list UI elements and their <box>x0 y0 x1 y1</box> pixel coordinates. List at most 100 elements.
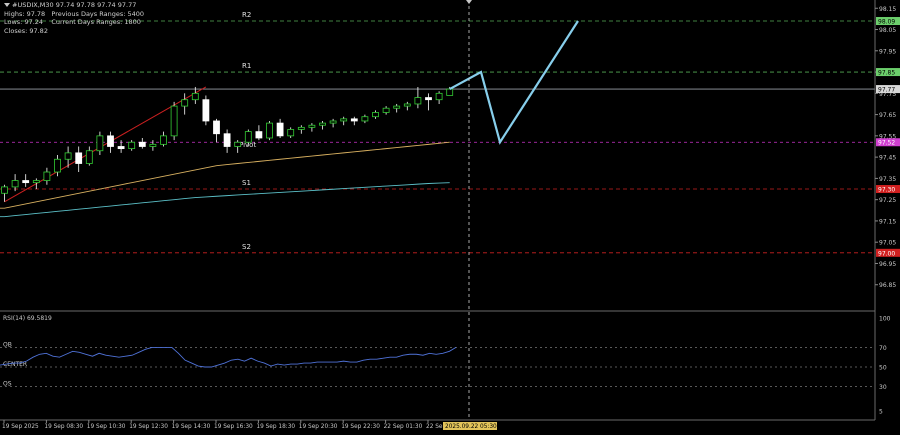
candle-bear <box>107 135 114 147</box>
time-tick-label: 19 Sep 20:30 <box>299 424 338 430</box>
rsi-tick-label: 5 <box>879 409 883 416</box>
time-cursor[interactable]: 2025.09.22 05:30 <box>443 0 497 430</box>
chart-header: #USDIX,M30 97.74 97.78 97.74 97.77 Highs… <box>4 1 144 35</box>
level-name-label: S1 <box>242 179 251 187</box>
candle-bull <box>329 120 337 124</box>
price-tick-label: 97.15 <box>879 218 896 225</box>
candle-bear <box>22 180 30 184</box>
candle-bull <box>403 103 411 107</box>
symbol-ohlc: #USDIX,M30 97.74 97.78 97.74 97.77 <box>12 1 137 9</box>
time-tick-label: 19 Sep 14:30 <box>172 424 211 430</box>
price-tick-label: 97.25 <box>879 197 896 204</box>
candle-bull <box>308 124 316 128</box>
price-tick-label: 96.95 <box>879 261 896 268</box>
candle-bull <box>382 107 390 113</box>
forecast-polyline <box>449 20 579 145</box>
price-tick-label: 97.95 <box>879 48 896 55</box>
rsi-tick-label: 30 <box>879 384 887 391</box>
time-tick-label: 19 Sep 18:30 <box>256 424 295 430</box>
candle-bull <box>85 150 93 164</box>
candle-bull <box>266 122 273 139</box>
candle-bull <box>170 105 178 137</box>
rsi-level-label: OB <box>3 341 12 348</box>
candle-bear <box>350 118 358 122</box>
price-tick-label: 96.85 <box>879 282 896 289</box>
candle-bull <box>11 180 19 188</box>
candle-bear <box>223 133 231 147</box>
candle-bear <box>276 122 284 137</box>
price-tick-label: 97.65 <box>879 112 896 119</box>
cursor-time-label: 2025.09.22 05:30 <box>445 424 497 430</box>
price-tick-label: 98.05 <box>879 27 896 34</box>
candle-bull <box>191 92 199 101</box>
candle-bull <box>446 88 454 96</box>
time-tick-label: 19 Sep 22:30 <box>341 424 380 430</box>
collapse-triangle-icon[interactable] <box>4 3 10 7</box>
level-price-tag-label: 97.30 <box>878 187 895 194</box>
candle-bull <box>361 116 369 122</box>
candle-bull <box>393 105 401 109</box>
pivot-levels: R2R1PivotS1S2 <box>0 11 875 254</box>
rsi-line <box>0 346 457 368</box>
candle-bull <box>340 118 348 122</box>
candle-bull <box>435 92 443 101</box>
level-price-tag-label: 97.85 <box>878 70 895 77</box>
price-tick-label: 98.15 <box>879 6 896 13</box>
trend-line-segment <box>4 86 207 203</box>
axes: 98.1598.0597.9597.8597.7597.6597.5597.45… <box>0 0 900 430</box>
candle-bull <box>128 141 136 150</box>
candle-bull <box>96 135 104 152</box>
candlesticks <box>1 86 454 202</box>
time-tick-label: 19 Sep 2025 <box>2 424 39 430</box>
candle-bull <box>297 126 305 130</box>
candle-bull <box>372 112 379 118</box>
candle-bull <box>160 135 167 145</box>
level-name-label: R1 <box>242 62 251 70</box>
close-label: Closes: 97.82 <box>4 26 48 35</box>
candle-bear <box>425 97 432 101</box>
candle-bear <box>255 131 263 139</box>
rsi-tick-label: 70 <box>879 345 887 352</box>
price-tick-label: 97.45 <box>879 155 896 162</box>
candle-bull <box>1 186 8 194</box>
time-tick-label: 22 Sep 01:30 <box>384 424 423 430</box>
time-tick-label: 19 Sep 08:30 <box>44 424 83 430</box>
level-price-tag-label: 97.77 <box>878 87 895 94</box>
rsi-tick-label: 100 <box>879 316 891 323</box>
cursor-marker-icon <box>466 0 472 4</box>
level-price-tag-label: 97.52 <box>878 140 895 147</box>
time-tick-label: 22 Se <box>426 424 443 430</box>
candle-bear <box>202 99 210 122</box>
previous-range-label: Previous Days Ranges: 5400 <box>51 9 145 18</box>
high-label: Highs: 97.78 <box>4 9 46 18</box>
candle-bull <box>319 122 326 126</box>
candle-bull <box>414 97 422 105</box>
chart-canvas[interactable]: R2R1PivotS1S2 2025.09.22 05:30 RSI(14) 6… <box>0 0 900 435</box>
level-price-tag-label: 98.09 <box>878 19 895 26</box>
candle-bull <box>43 171 51 181</box>
current-range-label: Current Days Ranges: 1800 <box>51 18 141 27</box>
candle-bull <box>287 129 295 137</box>
price-tick-label: 97.05 <box>879 240 896 247</box>
rsi-title: RSI(14) 69.5819 <box>3 315 52 322</box>
low-label: Lows: 97.24 <box>4 18 44 27</box>
candle-bull <box>244 131 252 143</box>
candle-bull <box>181 99 189 107</box>
forecast-path <box>449 20 579 145</box>
time-tick-label: 19 Sep 12:30 <box>129 424 168 430</box>
candle-bull <box>32 180 40 184</box>
candle-bull <box>64 152 72 160</box>
price-tick-label: 97.35 <box>879 176 896 183</box>
time-tick-label: 19 Sep 10:30 <box>87 424 126 430</box>
level-name-label: R2 <box>242 11 251 19</box>
rsi-panel: RSI(14) 69.5819OBCENTEROS <box>0 315 875 388</box>
level-price-tag-label: 97.00 <box>878 250 895 257</box>
candle-bull <box>54 158 61 173</box>
level-name-label: S2 <box>242 243 251 251</box>
candle-bull <box>234 141 242 147</box>
rsi-tick-label: 50 <box>879 365 887 372</box>
trend-line <box>4 86 207 203</box>
candle-bear <box>117 146 125 150</box>
time-tick-label: 19 Sep 16:30 <box>214 424 253 430</box>
rsi-level-label: OS <box>3 381 12 388</box>
